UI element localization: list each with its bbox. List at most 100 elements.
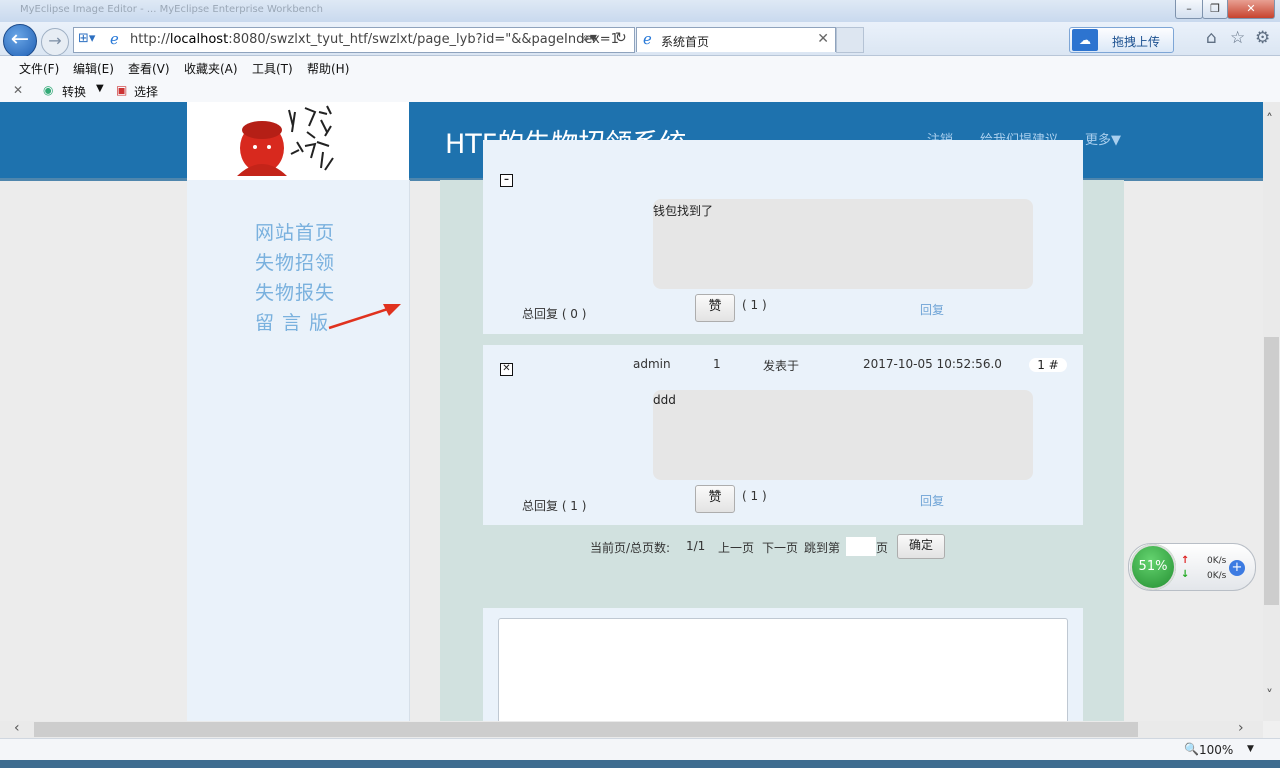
page-viewport: HTF的失物招领系统 注销 给我们提建议 更多▼ 网站首页 失物招领 失物报失 …: [0, 102, 1263, 721]
status-bar: 🔍 100% ▼: [0, 738, 1280, 761]
message-card: ✕ admin 1 发表于 2017-10-05 10:52:56.0 1 # …: [483, 345, 1083, 525]
scroll-left-icon[interactable]: ‹: [14, 720, 20, 736]
sidebar-item-found[interactable]: 失物招领: [255, 248, 335, 275]
next-page-link[interactable]: 下一页: [762, 539, 798, 556]
maximize-button[interactable]: ❐: [1202, 0, 1228, 19]
menu-help[interactable]: 帮助(H): [307, 60, 349, 77]
delete-checkbox-icon[interactable]: ✕: [500, 363, 513, 376]
reply-link[interactable]: 回复: [920, 301, 944, 318]
posted-label: 发表于: [763, 359, 800, 373]
forward-arrow-icon: →: [48, 31, 62, 50]
reply-link[interactable]: 回复: [920, 492, 944, 509]
scroll-right-icon[interactable]: ›: [1238, 720, 1244, 736]
command-toolbar: ✕ ◉ 转换 ▼ ▣ 选择: [0, 79, 1280, 103]
search-icon[interactable]: ⌕▾: [582, 30, 597, 46]
red-arrow-annotation-icon: [328, 304, 401, 330]
like-count: ( 1 ): [742, 298, 767, 312]
message-content-box: ddd: [653, 390, 1033, 480]
portrait-calligraphy-logo: [237, 105, 334, 176]
convert-button[interactable]: 转换: [62, 83, 86, 100]
network-speed-widget[interactable]: 51% ↑ ↓ 0K/s 0K/s +: [1128, 543, 1256, 591]
like-button[interactable]: 赞: [695, 294, 735, 322]
back-arrow-icon: ←: [10, 27, 30, 52]
refresh-icon[interactable]: ↻: [615, 30, 627, 46]
menu-favorites[interactable]: 收藏夹(A): [184, 60, 238, 77]
download-speed: 0K/s: [1207, 571, 1227, 581]
zoom-icon: 🔍: [1184, 742, 1199, 756]
back-button[interactable]: ←: [3, 24, 37, 58]
upload-arrow-icon: ↑: [1181, 555, 1190, 566]
menu-edit[interactable]: 编辑(E): [73, 60, 114, 77]
page-label: 当前页/总页数:: [590, 541, 671, 555]
page-number-input[interactable]: [846, 537, 876, 556]
download-arrow-icon: ↓: [1181, 569, 1190, 580]
close-tab-icon[interactable]: ✕: [817, 31, 829, 47]
menu-file[interactable]: 文件(F): [19, 60, 59, 77]
more-menu[interactable]: 更多▼: [1085, 129, 1121, 148]
taskbar: [0, 760, 1280, 768]
message-content-box: 钱包找到了: [653, 199, 1033, 289]
window-title-bar: MyEclipse Image Editor - ... MyEclipse E…: [0, 0, 1280, 22]
plus-icon[interactable]: +: [1229, 560, 1245, 576]
total-replies: 总回复 ( 0 ): [522, 307, 587, 321]
favorites-star-icon[interactable]: ☆: [1230, 28, 1245, 48]
home-icon[interactable]: ⌂: [1206, 28, 1217, 48]
address-bar[interactable]: ⊞▾ ℯ http://localhost:8080/swzlxt_tyut_h…: [73, 27, 635, 53]
upload-label: 拖拽上传: [1112, 35, 1161, 49]
settings-gear-icon[interactable]: ⚙: [1255, 28, 1270, 48]
message-author: admin: [633, 357, 671, 371]
like-button[interactable]: 赞: [695, 485, 735, 513]
like-count: ( 1 ): [742, 489, 767, 503]
menu-view[interactable]: 查看(V): [128, 60, 170, 77]
delete-checkbox-icon[interactable]: –: [500, 174, 513, 187]
message-card: – 钱包找到了 赞 ( 1 ) 回复 总回复 ( 0 ): [483, 140, 1083, 334]
message-text: ddd: [653, 393, 676, 407]
compat-view-icon[interactable]: ⊞▾: [78, 31, 95, 46]
message-time: 2017-10-05 10:52:56.0: [863, 357, 1002, 371]
page-value: 1/1: [686, 539, 706, 553]
select-button[interactable]: 选择: [134, 83, 158, 100]
sidebar-item-lost[interactable]: 失物报失: [255, 278, 335, 305]
address-url[interactable]: http://localhost:8080/swzlxt_tyut_htf/sw…: [130, 32, 619, 47]
convert-icon: ◉: [43, 83, 54, 97]
message-count: 1: [713, 357, 721, 371]
cloud-icon: ☁: [1072, 29, 1098, 51]
page-unit-label: 页: [876, 541, 889, 555]
confirm-button[interactable]: 确定: [897, 534, 945, 559]
tab-home[interactable]: ℯ 系统首页 ✕: [636, 27, 836, 52]
floor-badge: 1 #: [1029, 358, 1067, 372]
reply-card: [483, 608, 1083, 721]
ie-tab-icon: ℯ: [643, 30, 652, 48]
message-text: 钱包找到了: [653, 204, 714, 218]
total-replies: 总回复 ( 1 ): [522, 499, 587, 513]
main-content: – 钱包找到了 赞 ( 1 ) 回复 总回复 ( 0 ) ✕ admin 1 发…: [440, 140, 1124, 721]
vertical-scrollbar[interactable]: ˄ ˅: [1263, 102, 1280, 721]
upload-speed: 0K/s: [1207, 556, 1227, 566]
forward-button[interactable]: →: [41, 28, 69, 56]
tab-title: 系统首页: [661, 35, 710, 49]
close-toolbar-icon[interactable]: ✕: [13, 83, 23, 97]
horizontal-scrollbar[interactable]: ‹ ›: [0, 720, 1263, 738]
prev-page-link[interactable]: 上一页: [718, 539, 754, 556]
zoom-level[interactable]: 100%: [1199, 743, 1233, 757]
zoom-dropdown-icon[interactable]: ▼: [1247, 744, 1254, 754]
upload-button[interactable]: ☁ 拖拽上传: [1069, 27, 1174, 53]
select-icon: ▣: [116, 83, 128, 97]
horizontal-scroll-thumb[interactable]: [34, 722, 1138, 737]
reply-textarea[interactable]: [498, 618, 1068, 721]
sidebar-item-guestbook[interactable]: 留 言 版: [255, 308, 329, 335]
site-logo: [187, 102, 409, 180]
minimize-button[interactable]: –: [1175, 0, 1203, 19]
new-tab-button[interactable]: [836, 27, 864, 53]
vertical-scroll-thumb[interactable]: [1264, 337, 1279, 605]
ie-page-icon: ℯ: [110, 30, 119, 48]
sidebar-item-home[interactable]: 网站首页: [255, 218, 335, 245]
scroll-up-icon[interactable]: ˄: [1266, 112, 1273, 128]
scroll-down-icon[interactable]: ˅: [1266, 688, 1273, 704]
menu-tools[interactable]: 工具(T): [252, 60, 293, 77]
memory-percent: 51%: [1130, 544, 1176, 590]
convert-dropdown-icon[interactable]: ▼: [96, 83, 104, 94]
pagination: 当前页/总页数: 1/1 上一页 下一页 跳到第 页 确定: [590, 530, 990, 560]
close-button[interactable]: ✕: [1227, 0, 1275, 19]
window-title: MyEclipse Image Editor - ... MyEclipse E…: [20, 4, 324, 15]
